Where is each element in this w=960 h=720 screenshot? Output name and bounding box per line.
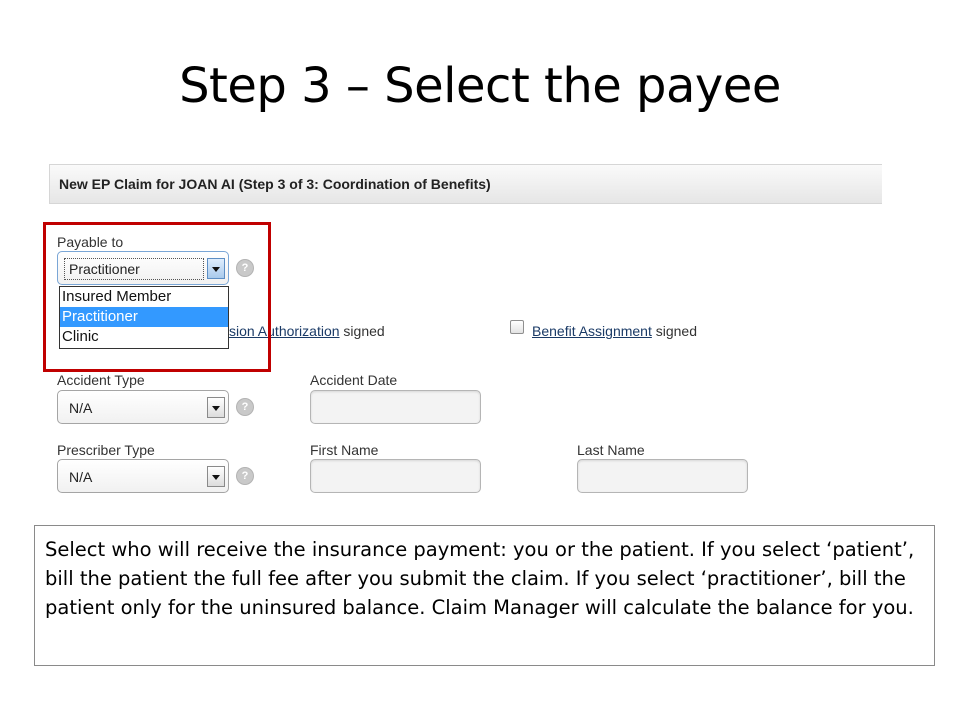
benefit-assignment-link[interactable]: Benefit Assignment [532,323,652,339]
accident-type-select[interactable]: N/A [57,390,229,424]
last-name-label: Last Name [577,442,645,458]
last-name-input[interactable] [577,459,748,493]
accident-date-label: Accident Date [310,372,398,388]
authorization-suffix: signed [343,323,385,339]
highlight-box [43,222,271,372]
claim-panel-header: New EP Claim for JOAN AI (Step 3 of 3: C… [49,164,882,204]
chevron-down-icon[interactable] [207,466,225,487]
accident-type-label: Accident Type [57,372,145,388]
prescriber-type-label: Prescriber Type [57,442,155,458]
prescriber-type-select[interactable]: N/A [57,459,229,493]
benefit-assignment-row: Benefit Assignment signed [532,323,697,339]
caption-box: Select who will receive the insurance pa… [34,525,935,666]
chevron-down-icon[interactable] [207,397,225,418]
first-name-label: First Name [310,442,379,458]
accident-date-input[interactable] [310,390,481,424]
first-name-input[interactable] [310,459,481,493]
slide-title: Step 3 – Select the payee [179,58,781,114]
help-icon[interactable]: ? [236,467,254,485]
prescriber-type-value: N/A [69,469,93,485]
accident-type-value: N/A [69,400,93,416]
benefit-assignment-suffix: signed [655,323,698,339]
help-icon[interactable]: ? [236,398,254,416]
benefit-assignment-checkbox[interactable] [510,320,524,334]
